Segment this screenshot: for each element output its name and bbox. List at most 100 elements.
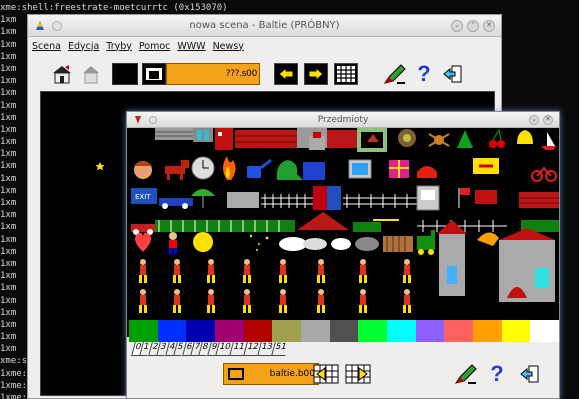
tall-fence-sprite [353, 219, 399, 232]
palette-swatch[interactable] [272, 320, 302, 342]
sailboat-sprite [541, 132, 557, 150]
green-hedge-sprite [155, 220, 295, 232]
scene-name-value: ???.s00 [225, 69, 258, 79]
menu-pomoc[interactable]: Pomoc [139, 41, 171, 52]
fence-run-sprite [343, 194, 417, 208]
items-close-button[interactable]: ✕ [543, 114, 553, 125]
boy-face-sprite [134, 161, 152, 179]
help-question-icon: ? [490, 361, 504, 386]
maximize-button[interactable]: ⌃ [467, 19, 479, 32]
save-bank-button[interactable] [345, 363, 371, 385]
item-grid[interactable]: EXIT [127, 128, 559, 337]
gift-sprite [389, 160, 409, 178]
color-palette [129, 320, 560, 342]
roof-pyramid-sprite [297, 212, 349, 230]
exit-door-icon [520, 365, 539, 383]
castle-tower-sprite [437, 220, 467, 296]
brick-row-sprite [519, 192, 559, 208]
palette-swatch[interactable] [501, 320, 531, 342]
menu-newsy[interactable]: Newsy [213, 41, 244, 52]
items-window-menu-button[interactable] [149, 115, 157, 124]
palette-swatch[interactable] [415, 320, 445, 342]
close-button[interactable]: ✕ [483, 19, 495, 32]
build-mode-button[interactable] [382, 63, 408, 85]
clown-sprite [169, 232, 177, 254]
palette-swatch[interactable] [243, 320, 273, 342]
menu-www[interactable]: WWW [177, 41, 205, 52]
palette-swatch[interactable] [301, 320, 330, 342]
palette-swatch[interactable] [473, 320, 502, 342]
palette-swatch[interactable] [329, 320, 359, 342]
open-scene-button[interactable] [50, 63, 74, 85]
save-house-icon [83, 66, 99, 84]
pen-tool-icon [454, 364, 477, 384]
fire-sprite [223, 156, 236, 180]
flag-sprite [458, 188, 470, 208]
window-menu-button[interactable] [52, 20, 62, 31]
new-scene-button[interactable] [112, 63, 138, 85]
items-window: Przedmioty ⌄ ✕ EXIT 0 1 2 3 4 5 6 7 8 9 … [126, 111, 560, 399]
items-window-title: Przedmioty [317, 114, 369, 125]
arrow-left-icon [278, 67, 294, 81]
arrow-right-icon [308, 67, 324, 81]
exit-sign-sprite: EXIT [131, 188, 157, 204]
scene-grid-button[interactable] [334, 63, 358, 85]
cherries-sprite [489, 128, 505, 148]
next-scene-button[interactable] [304, 63, 328, 85]
window-frame-icon [146, 68, 162, 80]
bank-file-icon [228, 368, 244, 380]
red-car-sprite [131, 224, 155, 235]
phone-booth-sprite [416, 185, 440, 211]
menu-edycja[interactable]: Edycja [68, 41, 99, 52]
scene-preview-button[interactable] [142, 63, 166, 85]
scene-name-field[interactable]: ???.s00 [166, 63, 260, 85]
previous-scene-button[interactable] [274, 63, 298, 85]
minimize-button[interactable]: ⌄ [451, 19, 463, 32]
help-button[interactable]: ? [414, 61, 434, 86]
red-roof-sprite [235, 130, 297, 148]
menu-scena[interactable]: Scena [32, 41, 61, 52]
items-titlebar[interactable]: Przedmioty ⌄ ✕ [127, 112, 559, 128]
fence-brown-sprite [383, 236, 413, 252]
items-help-button[interactable]: ? [487, 361, 507, 386]
moon-face-sprite [221, 232, 231, 252]
palette-swatch[interactable] [358, 320, 388, 342]
palette-swatch[interactable] [129, 320, 158, 342]
red-truck-sprite [475, 190, 497, 204]
palette-swatch[interactable] [530, 320, 560, 342]
save-scene-button[interactable] [80, 63, 102, 85]
palette-swatch[interactable] [215, 320, 244, 342]
exit-button[interactable] [442, 63, 464, 85]
items-exit-button[interactable] [519, 363, 541, 385]
red-door-2-sprite [313, 186, 341, 210]
items-app-icon [135, 115, 141, 124]
menu-tryby[interactable]: Tryby [106, 41, 132, 52]
load-bank-button[interactable] [313, 363, 339, 385]
white-fence-sprite [261, 194, 313, 208]
palette-swatch[interactable] [444, 320, 474, 342]
bank-file-field[interactable]: baltie.b00 [223, 363, 319, 385]
main-titlebar[interactable]: nowa scena - Baltie (PRÓBNY) ⌄ ⌃ ✕ [28, 15, 501, 37]
palette-swatch[interactable] [186, 320, 216, 342]
grey-cloud-sprite [355, 237, 379, 251]
tv-sprite [348, 159, 372, 179]
bank-tab-51[interactable]: 51 [270, 342, 289, 356]
dinosaur-sprite [276, 160, 303, 180]
dragon-sprite [477, 232, 499, 246]
svg-text:EXIT: EXIT [135, 193, 151, 201]
palette-swatch[interactable] [157, 320, 187, 342]
clock-sprite [191, 156, 215, 180]
heart-sprite [135, 232, 151, 252]
items-build-mode-button[interactable] [453, 363, 479, 385]
castle-sprite [499, 228, 555, 302]
window-sprite [193, 128, 213, 142]
blue-car-sprite [159, 198, 193, 209]
picture-frame-sprite [357, 128, 387, 152]
grey-wall-sprite [227, 192, 259, 208]
baltie-figures-row [139, 259, 411, 313]
items-minimize-button[interactable]: ⌄ [529, 114, 539, 125]
grid-arrow-left-icon [313, 364, 339, 384]
palette-swatch[interactable] [387, 320, 416, 342]
watering-can-sprite [247, 158, 272, 178]
bank-file-name: baltie.b00 [269, 369, 315, 379]
